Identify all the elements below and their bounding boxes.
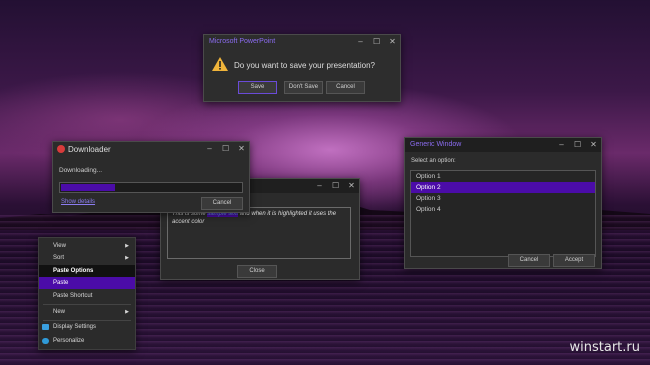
download-progress-fill xyxy=(61,184,115,191)
list-item[interactable]: Option 4 xyxy=(411,204,595,215)
display-icon xyxy=(42,324,49,330)
accept-button[interactable]: Accept xyxy=(553,254,595,267)
downloader-window: Downloader – ☐ ✕ Downloading... Show det… xyxy=(52,141,250,213)
minimize-icon[interactable]: – xyxy=(357,37,364,46)
generic-title: Generic Window xyxy=(410,141,462,148)
chevron-right-icon: ▶ xyxy=(125,255,129,261)
close-icon[interactable]: ✕ xyxy=(389,37,396,46)
maximize-icon[interactable]: ☐ xyxy=(574,140,581,149)
menu-item-label: Paste xyxy=(53,280,69,286)
minimize-icon[interactable]: – xyxy=(316,181,323,190)
menu-item-personalize[interactable]: Personalize xyxy=(39,335,135,347)
menu-item-label: View xyxy=(53,243,66,249)
minimize-icon[interactable]: – xyxy=(558,140,565,149)
ppt-title: Microsoft PowerPoint xyxy=(209,38,276,45)
menu-item-label: Display Settings xyxy=(53,324,97,330)
watermark: winstart.ru xyxy=(569,340,640,355)
download-progress-bar xyxy=(59,182,243,193)
cancel-button[interactable]: Cancel xyxy=(201,197,243,210)
show-details-link[interactable]: Show details xyxy=(61,199,95,205)
close-button[interactable]: Close xyxy=(237,265,277,278)
warning-icon xyxy=(212,57,228,71)
chevron-right-icon: ▶ xyxy=(125,309,129,315)
list-item-selected[interactable]: Option 2 xyxy=(411,182,595,193)
downloader-app-icon xyxy=(57,145,65,153)
context-menu: View ▶ Sort ▶ Paste Options Paste Paste … xyxy=(38,237,136,350)
downloader-title: Downloader xyxy=(68,145,111,154)
menu-item-sort[interactable]: Sort ▶ xyxy=(39,252,135,264)
generic-window: Generic Window – ☐ ✕ Select an option: O… xyxy=(404,137,602,269)
cancel-button[interactable]: Cancel xyxy=(326,81,365,94)
options-listbox[interactable]: Option 1 Option 2 Option 3 Option 4 xyxy=(410,170,596,257)
select-prompt: Select an option: xyxy=(411,158,456,164)
chevron-right-icon: ▶ xyxy=(125,243,129,249)
ppt-titlebar[interactable]: Microsoft PowerPoint – ☐ ✕ xyxy=(204,35,400,49)
menu-item-paste[interactable]: Paste xyxy=(39,277,135,289)
maximize-icon[interactable]: ☐ xyxy=(222,144,229,153)
list-item[interactable]: Option 3 xyxy=(411,193,595,204)
powerpoint-save-dialog: Microsoft PowerPoint – ☐ ✕ Do you want t… xyxy=(203,34,401,102)
cancel-button[interactable]: Cancel xyxy=(508,254,550,267)
menu-item-label: Personalize xyxy=(53,338,85,344)
menu-header-paste-options: Paste Options xyxy=(39,265,135,277)
dont-save-button[interactable]: Don't Save xyxy=(284,81,323,94)
close-icon[interactable]: ✕ xyxy=(348,181,355,190)
list-item[interactable]: Option 1 xyxy=(411,171,595,182)
minimize-icon[interactable]: – xyxy=(206,144,213,153)
ppt-message: Do you want to save your presentation? xyxy=(234,61,375,70)
menu-item-new[interactable]: New ▶ xyxy=(39,306,135,318)
downloader-titlebar[interactable]: Downloader – ☐ ✕ xyxy=(53,142,249,156)
menu-item-paste-shortcut[interactable]: Paste Shortcut xyxy=(39,290,135,302)
generic-titlebar[interactable]: Generic Window – ☐ ✕ xyxy=(405,138,601,152)
close-icon[interactable]: ✕ xyxy=(238,144,245,153)
maximize-icon[interactable]: ☐ xyxy=(373,37,380,46)
personalize-icon xyxy=(42,338,49,344)
menu-separator xyxy=(43,304,131,305)
menu-item-label: Sort xyxy=(53,255,65,261)
maximize-icon[interactable]: ☐ xyxy=(332,181,339,190)
sample-textarea[interactable]: This is some sample text and when it is … xyxy=(167,207,351,259)
menu-item-display-settings[interactable]: Display Settings xyxy=(39,321,135,333)
menu-header-label: Paste Options xyxy=(53,268,94,274)
close-icon[interactable]: ✕ xyxy=(590,140,597,149)
save-button[interactable]: Save xyxy=(238,81,277,94)
menu-item-label: Paste Shortcut xyxy=(53,293,93,299)
menu-item-view[interactable]: View ▶ xyxy=(39,240,135,252)
menu-item-label: New xyxy=(53,309,66,315)
download-status: Downloading... xyxy=(59,167,102,174)
